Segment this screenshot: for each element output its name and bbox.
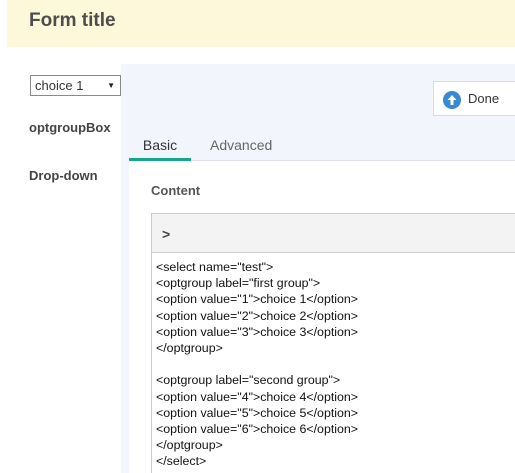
field-item-dropdown[interactable]: Drop-down	[29, 168, 98, 183]
editor-toolbar: >	[152, 214, 515, 253]
code-line: <option value="6">choice 6</option>	[156, 421, 359, 436]
code-line: <option value="2">choice 2</option>	[156, 308, 359, 323]
code-line: <option value="5">choice 5</option>	[156, 405, 359, 420]
field-list-panel: choice 1 ▼ optgroupBox Drop-down	[18, 64, 121, 473]
code-line: </select>	[156, 454, 207, 469]
done-label: Done	[468, 91, 500, 106]
preview-select[interactable]: choice 1 ▼	[30, 75, 121, 96]
code-line: </optgroup>	[156, 438, 223, 453]
preview-select-value: choice 1	[35, 78, 84, 93]
form-title-bar: Form title	[7, 0, 515, 47]
arrow-up-circle-icon	[443, 91, 461, 109]
field-settings-panel: Done Basic Advanced Content > <select na…	[121, 64, 515, 473]
field-item-optgroupbox[interactable]: optgroupBox	[29, 120, 111, 135]
tab-basic[interactable]: Basic	[129, 137, 191, 161]
tab-advanced[interactable]: Advanced	[210, 137, 272, 161]
form-title: Form title	[29, 10, 116, 31]
content-label: Content	[151, 183, 201, 198]
caret-down-icon: ▼	[107, 81, 115, 90]
code-line: <optgroup label="second group">	[156, 373, 341, 388]
form-editor-page: Form title choice 1 ▼ optgroupBox Drop-d…	[0, 0, 515, 473]
content-editor[interactable]: > <select name="test"> <optgroup label="…	[151, 213, 515, 473]
code-line: <option value="3">choice 3</option>	[156, 324, 359, 339]
code-line: <option value="4">choice 4</option>	[156, 389, 359, 404]
code-line: <optgroup label="first group">	[156, 276, 321, 291]
code-line: <select name="test">	[156, 260, 274, 274]
settings-tabs: Basic Advanced	[129, 130, 515, 161]
chevron-right-icon[interactable]: >	[162, 226, 170, 242]
code-line: <option value="1">choice 1</option>	[156, 292, 359, 307]
tab-content-area: Content > <select name="test"> <optgroup…	[129, 161, 515, 473]
done-button[interactable]: Done	[433, 81, 515, 116]
code-line: </optgroup>	[156, 340, 223, 355]
code-textarea[interactable]: <select name="test"> <optgroup label="fi…	[156, 259, 511, 469]
